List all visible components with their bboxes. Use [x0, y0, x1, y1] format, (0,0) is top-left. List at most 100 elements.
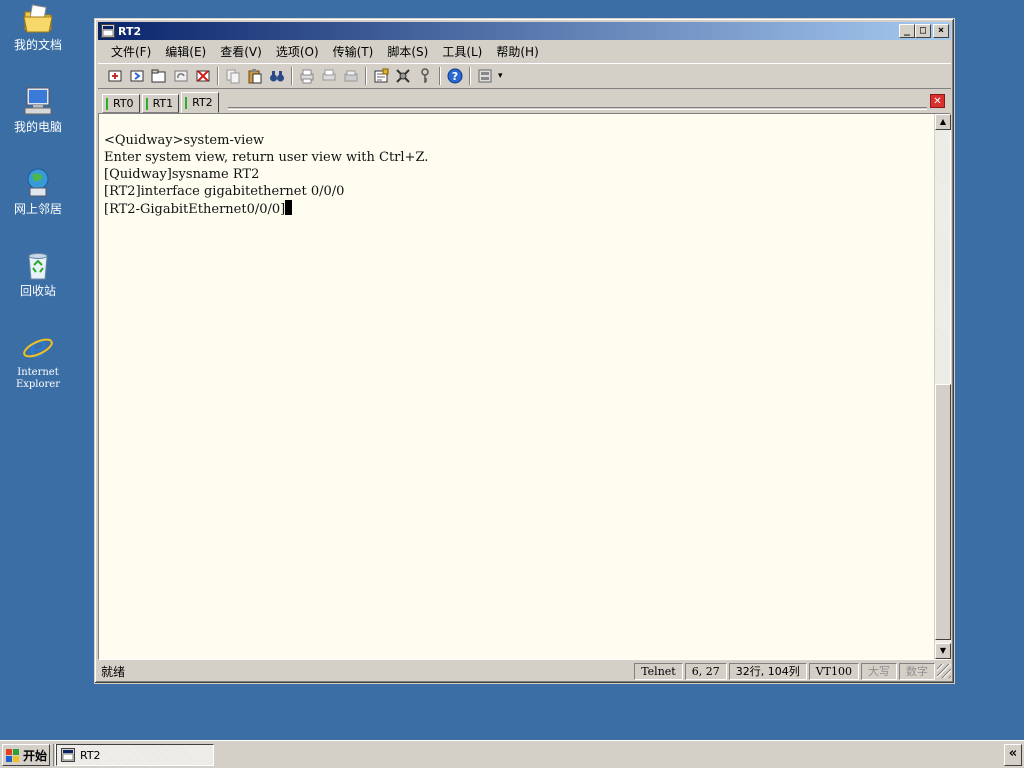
network-places-icon [27, 168, 49, 197]
connect-icon [108, 70, 122, 82]
toolbar-separator [217, 67, 219, 85]
quick-connect-icon [130, 70, 144, 82]
terminal-app-icon [61, 748, 75, 762]
terminal-prompt-line: [RT2-GigabitEthernet0/0/0] [104, 200, 935, 218]
tray-expand-button[interactable]: « [1004, 744, 1022, 766]
menu-file[interactable]: 文件(F) [104, 43, 158, 60]
sftp-button[interactable] [474, 66, 496, 86]
close-tab-button[interactable]: ✕ [930, 94, 945, 108]
print-selection-button[interactable] [318, 66, 340, 86]
terminal-frame: <Quidway>system-view Enter system view, r… [98, 113, 951, 660]
quick-connect-button[interactable] [126, 66, 148, 86]
internet-explorer-icon: e [23, 330, 53, 364]
sftp-icon [478, 69, 492, 83]
tab-label: RT2 [192, 96, 213, 109]
status-message: 就绪 [101, 664, 126, 679]
recycle-bin-icon [28, 253, 48, 280]
tab-status-indicator [145, 97, 148, 110]
window-titlebar[interactable]: RT2 _ □ × [98, 22, 951, 40]
tab-rt2[interactable]: RT2 [181, 92, 219, 113]
tools-icon [396, 69, 410, 83]
desktop-icon-recycle-bin[interactable]: 回收站 [4, 248, 72, 298]
minimize-button[interactable]: _ [899, 24, 915, 38]
print-button[interactable] [296, 66, 318, 86]
paste-button[interactable] [244, 66, 266, 86]
paste-icon [248, 69, 262, 84]
session-options-icon [374, 68, 389, 83]
status-protocol: Telnet [634, 662, 683, 680]
disconnect-icon [196, 70, 210, 82]
desktop-icon-network-places[interactable]: 网上邻居 [4, 166, 72, 216]
vertical-scrollbar[interactable]: ▲ ▼ [934, 114, 951, 659]
tab-rt0[interactable]: RT0 [102, 94, 140, 113]
windows-logo-icon [6, 749, 19, 762]
terminal-app-icon [101, 24, 115, 38]
printer-icon [344, 70, 358, 82]
tab-rt1[interactable]: RT1 [141, 94, 180, 113]
window-title: RT2 [118, 24, 142, 38]
terminal-line: Enter system view, return user view with… [104, 150, 429, 165]
global-options-button[interactable] [392, 66, 414, 86]
menu-options[interactable]: 选项(O) [269, 43, 326, 60]
desktop-icon-label: 我的文档 [13, 38, 62, 52]
terminal-line: <Quidway>system-view [104, 133, 265, 148]
maximize-button[interactable]: □ [915, 24, 931, 38]
connect-in-tab-button[interactable] [148, 66, 170, 86]
print-selection-icon [322, 69, 336, 81]
desktop-icon-label: Internet Explorer [15, 367, 61, 390]
status-caps-lock: 大写 [861, 662, 897, 680]
toolbar-separator [469, 67, 471, 85]
resize-grip[interactable] [937, 664, 951, 678]
terminal-line: [Quidway]sysname RT2 [104, 167, 260, 182]
connect-in-tab-icon [151, 69, 166, 83]
session-tabs: RT0 RT1 RT2 ✕ [98, 91, 951, 113]
connect-button[interactable] [104, 66, 126, 86]
copy-button[interactable] [222, 66, 244, 86]
scrollbar-thumb[interactable] [935, 384, 951, 640]
help-icon: ? [447, 68, 463, 84]
menu-help[interactable]: 帮助(H) [489, 43, 545, 60]
menu-view[interactable]: 查看(V) [213, 43, 269, 60]
menu-script[interactable]: 脚本(S) [380, 43, 435, 60]
keymap-button[interactable] [414, 66, 436, 86]
desktop-icon-internet-explorer[interactable]: e Internet Explorer [4, 330, 72, 391]
tab-label: RT1 [152, 97, 174, 110]
taskbar-item-label: RT2 [80, 748, 101, 762]
status-emulation: VT100 [808, 662, 859, 680]
close-button[interactable]: × [933, 24, 949, 38]
taskbar-item-rt2[interactable]: RT2 [56, 744, 214, 766]
find-button[interactable] [266, 66, 288, 86]
desktop-icon-label: 回收站 [19, 284, 56, 298]
tab-strip-divider [228, 107, 927, 110]
start-button[interactable]: 开始 [2, 744, 50, 766]
print-screen-button[interactable] [340, 66, 362, 86]
disconnect-button[interactable] [192, 66, 214, 86]
terminal-window: RT2 _ □ × 文件(F) 编辑(E) 查看(V) 选项(O) 传输(T) … [94, 18, 955, 684]
print-icon [300, 69, 314, 84]
svg-text:e: e [29, 330, 47, 364]
toolbar-overflow-icon[interactable]: ▾ [498, 71, 503, 81]
session-options-button[interactable] [370, 66, 392, 86]
reconnect-icon [174, 70, 188, 82]
help-button[interactable]: ? [444, 66, 466, 86]
toolbar-separator [365, 67, 367, 85]
terminal-prompt: [RT2-GigabitEthernet0/0/0] [104, 202, 286, 217]
tab-label: RT0 [113, 97, 134, 110]
menu-tools[interactable]: 工具(L) [435, 43, 489, 60]
desktop-icon-my-documents[interactable]: 我的文档 [4, 2, 72, 52]
reconnect-button[interactable] [170, 66, 192, 86]
terminal-line: [RT2]interface gigabitethernet 0/0/0 [104, 184, 345, 199]
menu-transfer[interactable]: 传输(T) [326, 43, 381, 60]
desktop-icon-label: 我的电脑 [13, 120, 62, 134]
scroll-down-button[interactable]: ▼ [935, 643, 951, 659]
menu-edit[interactable]: 编辑(E) [158, 43, 213, 60]
menubar: 文件(F) 编辑(E) 查看(V) 选项(O) 传输(T) 脚本(S) 工具(L… [98, 41, 951, 61]
terminal-cursor [285, 200, 293, 215]
toolbar: ? ▾ [98, 63, 951, 89]
desktop-icon-my-computer[interactable]: 我的电脑 [4, 84, 72, 134]
toolbar-separator [291, 67, 293, 85]
taskbar: 开始 RT2 « [0, 740, 1024, 768]
terminal-output[interactable]: <Quidway>system-view Enter system view, r… [100, 115, 935, 658]
scroll-up-button[interactable]: ▲ [935, 114, 951, 130]
status-num-lock: 数字 [899, 662, 935, 680]
